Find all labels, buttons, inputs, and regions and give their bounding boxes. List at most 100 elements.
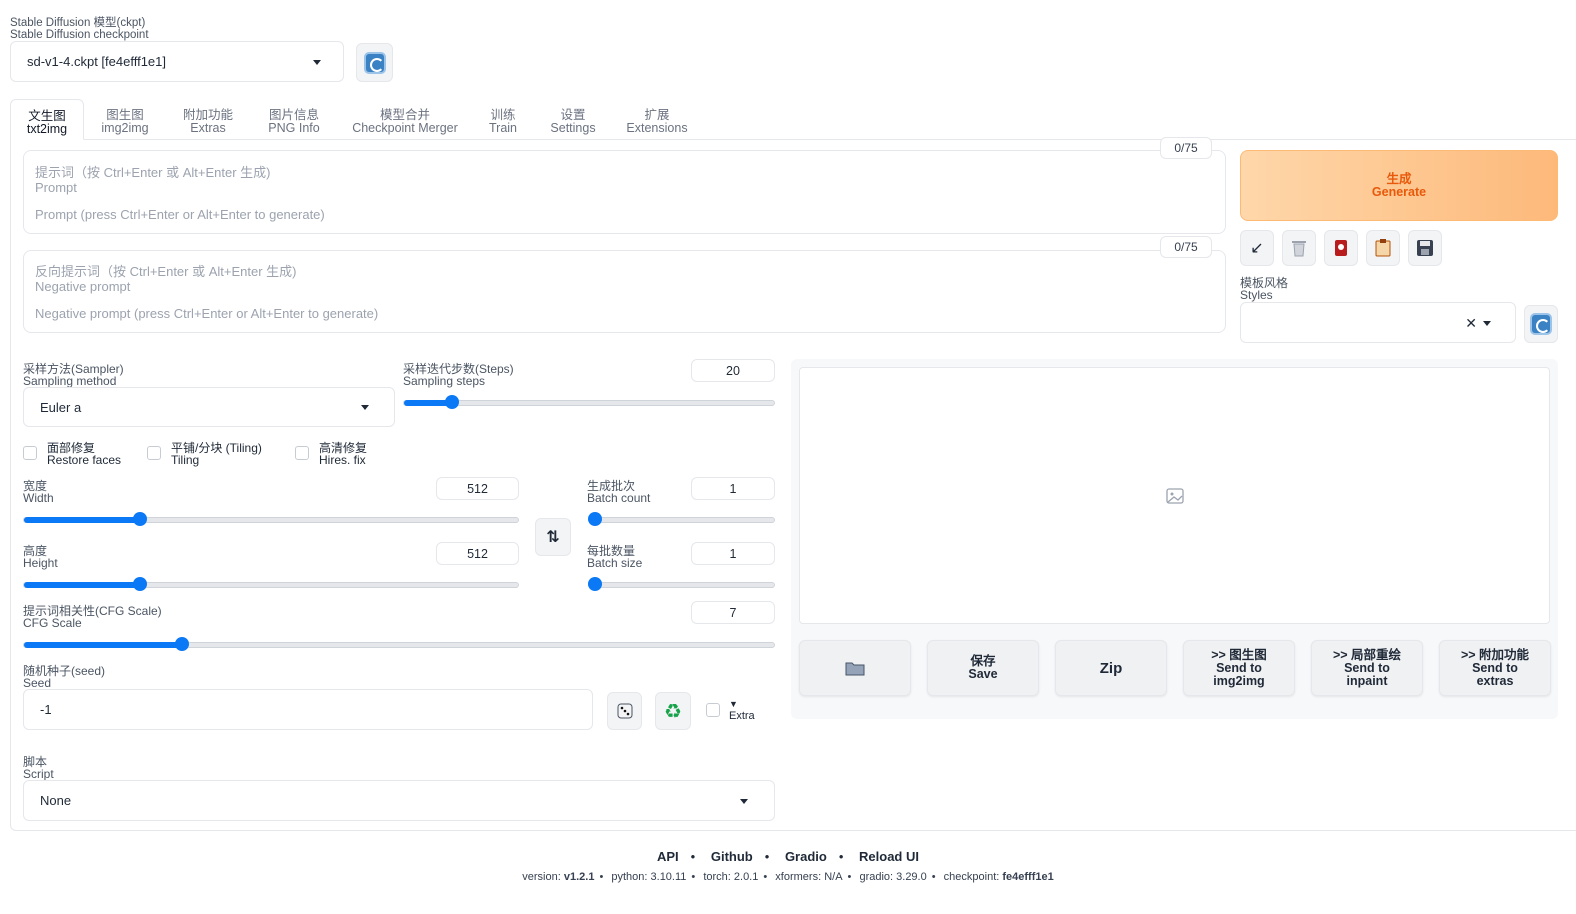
save-icon [1417, 240, 1433, 256]
tiling-label: 平铺/分块 (Tiling) Tiling [171, 441, 262, 467]
chevron-down-icon [361, 405, 369, 410]
tab-train[interactable]: 训练 Train [482, 109, 524, 135]
footer-link-gradio[interactable]: Gradio [785, 849, 827, 864]
slider-thumb[interactable] [445, 395, 460, 409]
height-input[interactable]: 512 [436, 542, 519, 565]
slider-thumb[interactable] [588, 512, 602, 526]
height-slider[interactable] [23, 577, 519, 591]
card-icon [1335, 240, 1347, 256]
footer-link-reload-ui[interactable]: Reload UI [859, 849, 919, 864]
swap-icon: ⇅ [546, 529, 560, 546]
slider-thumb[interactable] [133, 577, 148, 591]
slider-thumb[interactable] [174, 637, 189, 651]
reuse-seed-button[interactable]: ♻ [655, 692, 691, 730]
cfg-slider[interactable] [23, 637, 775, 651]
footer-version-info: version: v1.2.1 • python: 3.10.11 • torch:… [522, 871, 1054, 883]
width-input[interactable]: 512 [436, 477, 519, 500]
tab-checkpoint-merger[interactable]: 模型合并 Checkpoint Merger [344, 109, 466, 135]
width-slider[interactable] [23, 512, 519, 526]
prompt-placeholder: Prompt (press Ctrl+Enter or Alt+Enter to… [35, 207, 325, 222]
script-value: None [40, 793, 72, 808]
seed-input[interactable]: -1 [23, 689, 593, 730]
script-dropdown[interactable]: None [23, 780, 775, 821]
refresh-checkpoint-button[interactable] [356, 43, 393, 82]
hires-fix-checkbox[interactable] [295, 446, 309, 460]
chevron-down-icon [740, 798, 748, 804]
generate-button[interactable]: 生成 Generate [1240, 150, 1558, 221]
cfg-label: 提示词相关性(CFG Scale) CFG Scale [23, 604, 162, 630]
tab-settings[interactable]: 设置 Settings [544, 109, 602, 135]
output-gallery[interactable] [799, 367, 1550, 624]
chevron-down-icon [313, 59, 321, 65]
batch-size-slider[interactable] [588, 577, 775, 591]
negative-prompt-textarea[interactable]: 反向提示词（按 Ctrl+Enter 或 Alt+Enter 生成) Negat… [23, 250, 1226, 333]
arrow-icon: ↙ [1250, 240, 1264, 257]
swap-dimensions-button[interactable]: ⇅ [535, 518, 571, 556]
slider-thumb[interactable] [588, 577, 602, 591]
styles-label: 模板风格 Styles [1240, 276, 1289, 302]
tab-extras[interactable]: 附加功能 Extras [176, 109, 240, 135]
restore-faces-label: 面部修复 Restore faces [47, 441, 122, 467]
checkpoint-dropdown[interactable]: sd-v1-4.ckpt [fe4efff1e1] [10, 41, 344, 82]
image-icon [1166, 488, 1184, 504]
checkpoint-value: sd-v1-4.ckpt [fe4efff1e1] [27, 54, 166, 69]
read-params-button[interactable]: ↙ [1240, 230, 1274, 266]
save-button[interactable]: 保存 Save [927, 640, 1039, 696]
send-to-inpaint-button[interactable]: >> 局部重绘 Send to inpaint [1311, 640, 1423, 696]
extra-seed-label: ▼ Extra [729, 699, 755, 722]
refresh-icon [1530, 313, 1552, 335]
seed-value: -1 [40, 702, 52, 717]
negative-prompt-placeholder: Negative prompt (press Ctrl+Enter or Alt… [35, 306, 379, 321]
tab-img2img[interactable]: 图生图 img2img [94, 109, 156, 135]
steps-label: 采样迭代步数(Steps) Sampling steps [403, 362, 514, 388]
seed-label: 随机种子(seed) Seed [23, 664, 106, 690]
tab-txt2img[interactable]: 文生图 txt2img [10, 99, 84, 140]
chevron-down-icon [1483, 320, 1491, 326]
prompt-textarea[interactable]: 提示词（按 Ctrl+Enter 或 Alt+Enter 生成) Prompt … [23, 150, 1226, 234]
width-label: 宽度 Width [23, 479, 54, 505]
steps-input[interactable]: 20 [691, 359, 775, 382]
send-to-img2img-button[interactable]: >> 图生图 Send to img2img [1183, 640, 1295, 696]
script-label: 脚本 Script [23, 755, 54, 781]
batch-count-label: 生成批次 Batch count [587, 479, 651, 505]
save-style-button[interactable] [1408, 230, 1442, 266]
sampler-label: 采样方法(Sampler) Sampling method [23, 362, 124, 388]
zip-button[interactable]: Zip [1055, 640, 1167, 696]
batch-size-label: 每批数量 Batch size [587, 544, 643, 570]
trash-icon [1292, 241, 1306, 257]
open-folder-button[interactable] [799, 640, 911, 696]
batch-count-slider[interactable] [588, 512, 775, 526]
slider-thumb[interactable] [133, 512, 148, 526]
footer-link-api[interactable]: API [657, 849, 679, 864]
negative-prompt-token-counter: 0/75 [1160, 236, 1212, 258]
batch-size-input[interactable]: 1 [691, 542, 775, 565]
show-extra-networks-button[interactable] [1324, 230, 1358, 266]
tab-extensions[interactable]: 扩展 Extensions [622, 109, 692, 135]
folder-icon [845, 662, 865, 676]
send-to-extras-button[interactable]: >> 附加功能 Send to extras [1439, 640, 1551, 696]
clear-icon[interactable]: ✕ [1465, 315, 1477, 332]
restore-faces-checkbox[interactable] [23, 446, 37, 460]
prompt-token-counter: 0/75 [1160, 137, 1212, 159]
tiling-checkbox[interactable] [147, 446, 161, 460]
batch-count-input[interactable]: 1 [691, 477, 775, 500]
dice-icon [617, 703, 632, 719]
steps-slider[interactable] [403, 395, 775, 409]
random-seed-button[interactable] [607, 692, 642, 730]
tab-png-info[interactable]: 图片信息 PNG Info [261, 109, 327, 135]
sampler-value: Euler a [40, 399, 82, 415]
clipboard-icon [1375, 239, 1391, 257]
footer-link-github[interactable]: Github [711, 849, 753, 864]
cfg-input[interactable]: 7 [691, 601, 775, 624]
refresh-styles-button[interactable] [1524, 305, 1558, 343]
hires-fix-label: 高清修复 Hires. fix [319, 441, 368, 467]
triangle-down-icon: ▼ [729, 699, 738, 709]
height-label: 高度 Height [23, 544, 58, 570]
extra-seed-checkbox[interactable] [706, 703, 720, 717]
styles-dropdown[interactable]: ✕ [1240, 302, 1516, 343]
clear-prompt-button[interactable] [1282, 230, 1316, 266]
refresh-icon [363, 51, 386, 74]
apply-styles-button[interactable] [1366, 230, 1400, 266]
sampler-dropdown[interactable]: Euler a [23, 387, 395, 427]
checkpoint-label: Stable Diffusion 模型(ckpt) Stable Diffusi… [10, 17, 149, 41]
